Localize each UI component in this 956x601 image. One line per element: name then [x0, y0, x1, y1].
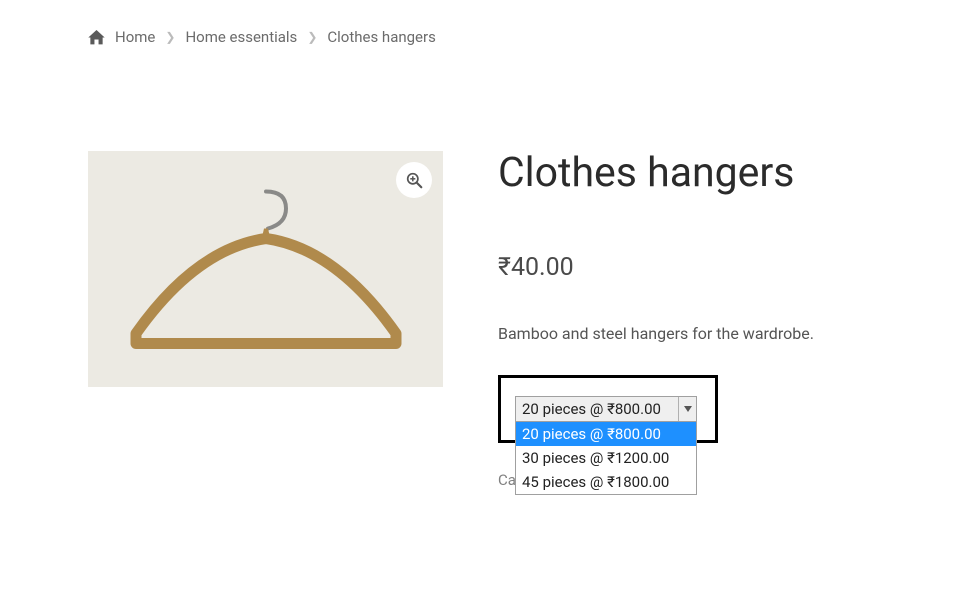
product-image[interactable]: [88, 151, 443, 387]
product-title: Clothes hangers: [498, 149, 868, 198]
zoom-button[interactable]: [396, 162, 432, 198]
product-main: Clothes hangers ₹40.00 Bamboo and steel …: [88, 151, 868, 489]
product-image-column: [88, 151, 443, 489]
breadcrumb-current: Clothes hangers: [327, 28, 435, 46]
breadcrumb-category[interactable]: Home essentials: [185, 28, 297, 46]
quantity-select[interactable]: 20 pieces @ ₹800.00: [515, 396, 697, 422]
quantity-dropdown-list: 20 pieces @ ₹800.00 30 pieces @ ₹1200.00…: [515, 422, 697, 495]
product-description: Bamboo and steel hangers for the wardrob…: [498, 324, 868, 343]
product-price: ₹40.00: [498, 253, 868, 282]
zoom-icon: [406, 172, 423, 189]
hanger-illustration: [116, 184, 416, 374]
quantity-option[interactable]: 45 pieces @ ₹1800.00: [516, 470, 696, 494]
quantity-option[interactable]: 20 pieces @ ₹800.00: [516, 422, 696, 446]
breadcrumb-separator: ❯: [165, 30, 175, 44]
quantity-select-value: 20 pieces @ ₹800.00: [522, 400, 661, 418]
breadcrumb-separator: ❯: [307, 30, 317, 44]
breadcrumb-home[interactable]: Home: [115, 28, 155, 46]
breadcrumb: Home ❯ Home essentials ❯ Clothes hangers: [88, 28, 868, 46]
quantity-select-wrapper: 20 pieces @ ₹800.00 20 pieces @ ₹800.00 …: [498, 375, 718, 443]
home-icon: [88, 30, 105, 45]
product-details: Clothes hangers ₹40.00 Bamboo and steel …: [498, 151, 868, 489]
chevron-down-icon: [678, 397, 696, 421]
quantity-option[interactable]: 30 pieces @ ₹1200.00: [516, 446, 696, 470]
